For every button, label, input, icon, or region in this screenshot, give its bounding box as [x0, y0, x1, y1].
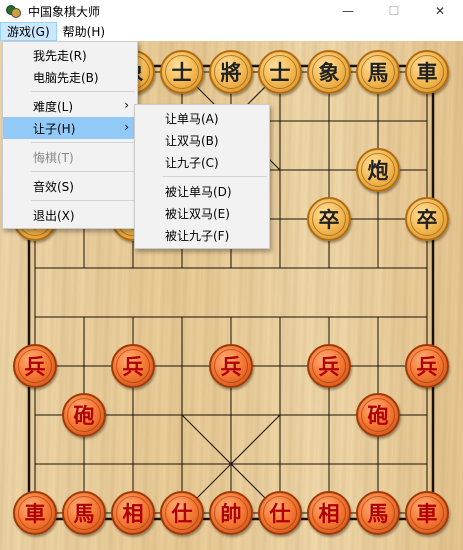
game-menu-item[interactable]: 难度(L) ›	[3, 95, 137, 117]
piece-char: 馬	[361, 55, 395, 89]
red-piece[interactable]: 兵	[307, 344, 351, 388]
red-piece[interactable]: 兵	[13, 344, 57, 388]
game-menu-item-label: 退出(X)	[33, 208, 75, 223]
game-menu-item-label: 让子(H)	[33, 121, 76, 136]
game-menu-item[interactable]: 我先走(R)	[3, 44, 137, 66]
black-piece[interactable]: 車	[405, 50, 449, 94]
red-piece[interactable]: 仕	[160, 491, 204, 535]
piece-char: 車	[410, 496, 444, 530]
game-menu-item-label: 难度(L)	[33, 99, 74, 114]
piece-char: 兵	[116, 349, 150, 383]
black-piece[interactable]: 卒	[307, 197, 351, 241]
piece-char: 象	[312, 55, 346, 89]
piece-char: 相	[312, 496, 346, 530]
menu-separator	[31, 91, 135, 92]
black-piece[interactable]: 卒	[405, 197, 449, 241]
menu-separator	[163, 176, 267, 177]
menu-separator	[31, 171, 135, 172]
handicap-submenu: 让单马(A) 让双马(B) 让九子(C) 被让单马(D) 被让双马(E) 被让九子(F)	[134, 104, 270, 249]
piece-char: 仕	[165, 496, 199, 530]
piece-char: 砲	[67, 398, 101, 432]
handicap-menu-item-label: 让单马(A)	[165, 111, 219, 126]
piece-char: 車	[18, 496, 52, 530]
piece-char: 兵	[312, 349, 346, 383]
handicap-menu-item[interactable]: 让单马(A)	[135, 107, 269, 129]
menu-help[interactable]: 帮助(H)	[57, 22, 111, 41]
game-menu-item-label: 悔棋(T)	[33, 150, 74, 165]
game-menu-item-label: 音效(S)	[33, 179, 74, 194]
title-bar: 中国象棋大师 — ☐ ✕	[0, 0, 463, 22]
red-piece[interactable]: 車	[13, 491, 57, 535]
game-menu-item[interactable]: 音效(S)	[3, 175, 137, 197]
red-piece[interactable]: 馬	[356, 491, 400, 535]
piece-char: 帥	[214, 496, 248, 530]
red-piece[interactable]: 兵	[405, 344, 449, 388]
game-menu-item[interactable]: 电脑先走(B)	[3, 66, 137, 88]
red-piece[interactable]: 砲	[356, 393, 400, 437]
handicap-menu-item[interactable]: 被让九子(F)	[135, 224, 269, 246]
game-menu-item: 悔棋(T)	[3, 146, 137, 168]
red-piece[interactable]: 仕	[258, 491, 302, 535]
handicap-menu-item[interactable]: 被让双马(E)	[135, 202, 269, 224]
black-piece[interactable]: 將	[209, 50, 253, 94]
close-button[interactable]: ✕	[417, 0, 463, 22]
piece-char: 馬	[361, 496, 395, 530]
window-title: 中国象棋大师	[28, 4, 101, 19]
red-piece[interactable]: 車	[405, 491, 449, 535]
handicap-menu-item[interactable]: 被让单马(D)	[135, 180, 269, 202]
black-piece[interactable]: 炮	[356, 148, 400, 192]
game-menu-item-label: 我先走(R)	[33, 48, 87, 63]
piece-char: 士	[165, 55, 199, 89]
red-piece[interactable]: 馬	[62, 491, 106, 535]
minimize-button[interactable]: —	[325, 0, 371, 22]
piece-char: 將	[214, 55, 248, 89]
menu-separator	[31, 142, 135, 143]
game-menu: 我先走(R) 电脑先走(B) 难度(L) › 让子(H) › 悔棋(T) 音效(S) 退出(X)	[2, 41, 138, 229]
red-piece[interactable]: 砲	[62, 393, 106, 437]
black-piece[interactable]: 象	[307, 50, 351, 94]
game-menu-item[interactable]: 让子(H) ›	[3, 117, 137, 139]
piece-char: 兵	[214, 349, 248, 383]
chess-app-icon	[6, 3, 22, 19]
menu-game[interactable]: 游戏(G)	[0, 22, 57, 41]
handicap-menu-item-label: 让九子(C)	[165, 155, 219, 170]
red-piece[interactable]: 相	[111, 491, 155, 535]
menu-separator	[31, 200, 135, 201]
piece-char: 炮	[361, 153, 395, 187]
piece-char: 砲	[361, 398, 395, 432]
piece-char: 相	[116, 496, 150, 530]
black-piece[interactable]: 士	[258, 50, 302, 94]
handicap-menu-item[interactable]: 让双马(B)	[135, 129, 269, 151]
black-piece[interactable]: 士	[160, 50, 204, 94]
piece-char: 兵	[18, 349, 52, 383]
piece-char: 馬	[67, 496, 101, 530]
game-menu-item[interactable]: 退出(X)	[3, 204, 137, 226]
menu-bar: 游戏(G) 帮助(H)	[0, 22, 463, 41]
maximize-button[interactable]: ☐	[371, 0, 417, 22]
piece-char: 士	[263, 55, 297, 89]
handicap-menu-item[interactable]: 让九子(C)	[135, 151, 269, 173]
handicap-menu-item-label: 被让九子(F)	[165, 228, 230, 243]
chevron-right-icon: ›	[124, 120, 129, 134]
piece-char: 卒	[410, 202, 444, 236]
handicap-menu-item-label: 被让单马(D)	[165, 184, 232, 199]
piece-char: 車	[410, 55, 444, 89]
piece-char: 兵	[410, 349, 444, 383]
red-piece[interactable]: 兵	[209, 344, 253, 388]
black-piece[interactable]: 馬	[356, 50, 400, 94]
piece-char: 仕	[263, 496, 297, 530]
red-piece[interactable]: 兵	[111, 344, 155, 388]
piece-char: 卒	[312, 202, 346, 236]
chevron-right-icon: ›	[124, 98, 129, 112]
red-piece[interactable]: 相	[307, 491, 351, 535]
handicap-menu-item-label: 让双马(B)	[165, 133, 219, 148]
red-piece[interactable]: 帥	[209, 491, 253, 535]
handicap-menu-item-label: 被让双马(E)	[165, 206, 230, 221]
game-menu-item-label: 电脑先走(B)	[33, 70, 99, 85]
